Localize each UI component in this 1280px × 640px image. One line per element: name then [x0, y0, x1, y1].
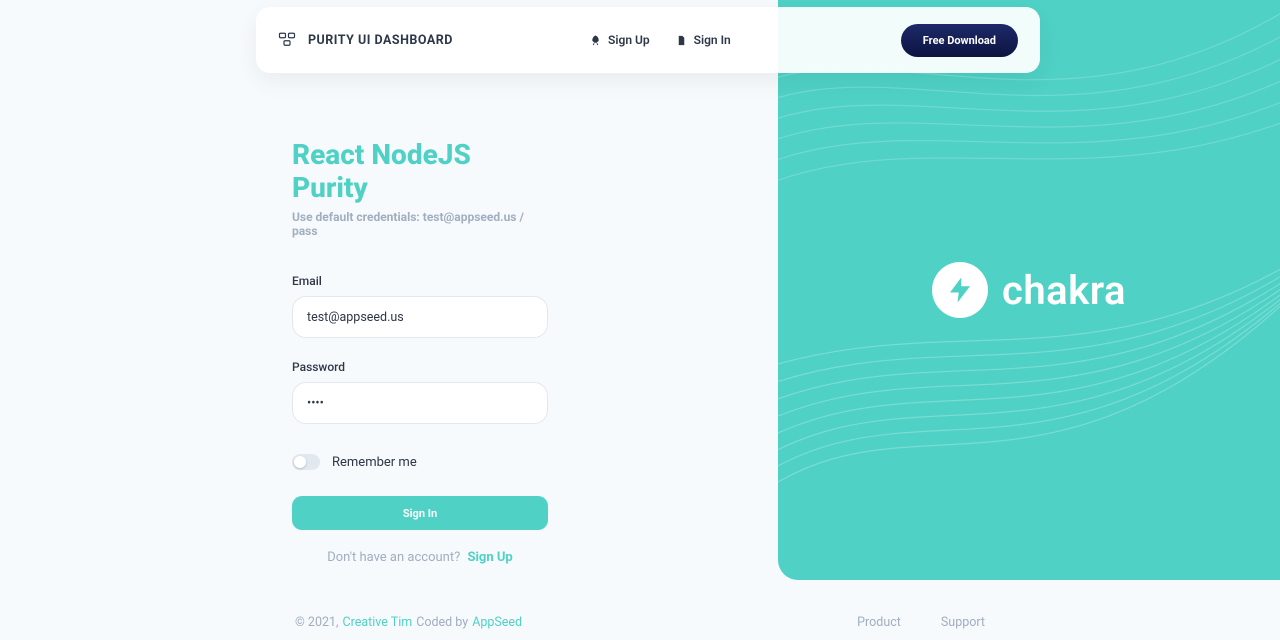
- nav-signup[interactable]: Sign Up: [590, 33, 650, 47]
- brand-text: PURITY UI DASHBOARD: [308, 33, 453, 48]
- lightning-icon: [932, 262, 988, 318]
- nav-signin[interactable]: Sign In: [676, 33, 731, 47]
- signin-button[interactable]: Sign In: [292, 496, 548, 530]
- password-input[interactable]: [292, 382, 548, 424]
- remember-me-toggle[interactable]: [292, 454, 320, 470]
- footer-coded-by: Coded by: [416, 615, 468, 630]
- footer-creative-tim-link[interactable]: Creative Tim: [342, 615, 412, 630]
- remember-me-label: Remember me: [332, 455, 417, 470]
- chakra-wordmark: chakra: [1002, 267, 1126, 314]
- hero-panel: chakra: [778, 0, 1280, 580]
- brand: PURITY UI DASHBOARD: [278, 31, 453, 49]
- free-download-button[interactable]: Free Download: [901, 24, 1018, 57]
- brand-icon: [278, 31, 296, 49]
- page-title: React NodeJS Purity: [292, 138, 552, 204]
- rocket-icon: [590, 35, 601, 46]
- document-icon: [676, 35, 687, 46]
- footer: © 2021, Creative Tim Coded by AppSeed Pr…: [295, 615, 985, 630]
- signup-prompt: Don't have an account? Sign Up: [292, 550, 548, 565]
- copyright-prefix: © 2021,: [295, 615, 338, 630]
- footer-product-link[interactable]: Product: [857, 615, 901, 630]
- email-label: Email: [292, 274, 552, 288]
- chakra-logo: chakra: [932, 262, 1126, 318]
- footer-appseed-link[interactable]: AppSeed: [472, 615, 522, 630]
- nav-signin-label: Sign In: [694, 33, 731, 47]
- signin-form: React NodeJS Purity Use default credenti…: [292, 138, 552, 565]
- password-label: Password: [292, 360, 552, 374]
- footer-support-link[interactable]: Support: [941, 615, 985, 630]
- page-subtitle: Use default credentials: test@appseed.us…: [292, 210, 552, 238]
- signup-prompt-text: Don't have an account?: [327, 550, 460, 565]
- nav-signup-label: Sign Up: [608, 33, 650, 47]
- email-input[interactable]: [292, 296, 548, 338]
- top-navbar: PURITY UI DASHBOARD Sign Up Sign In Free…: [256, 7, 1040, 73]
- signup-link[interactable]: Sign Up: [467, 550, 512, 565]
